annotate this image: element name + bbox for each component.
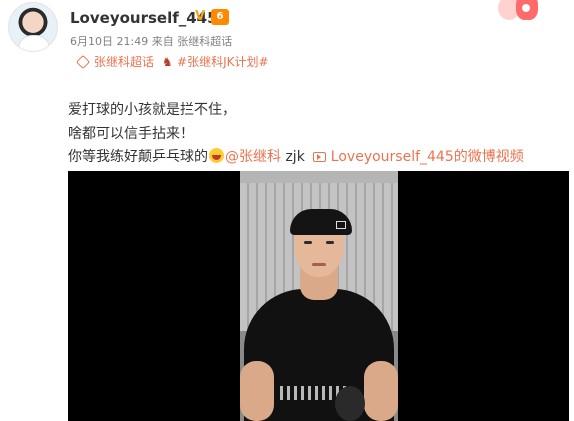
- figure-icon: ♞: [162, 54, 173, 69]
- post-line-1: 爱打球的小孩就是拦不住，: [68, 102, 236, 118]
- promo-sticker-icon[interactable]: [498, 0, 546, 20]
- post-meta: 6月10日 21:49 来自 张继科超话: [70, 33, 232, 49]
- tag-hashtag[interactable]: ♞ #张继科JK计划#: [162, 53, 269, 70]
- video-frame: [240, 171, 398, 421]
- video-link-label: Loveyourself_445的微博视频: [330, 149, 524, 165]
- avatar-shirt: [18, 35, 50, 51]
- verified-icon: V: [195, 9, 206, 24]
- topic-tags: 张继科超话 ♞ #张继科JK计划#: [75, 53, 275, 70]
- source-prefix: 来自: [151, 35, 174, 48]
- video-link[interactable]: Loveyourself_445的微博视频: [312, 149, 524, 165]
- vip-badge-icon[interactable]: 6: [211, 9, 229, 25]
- video-icon: [312, 152, 326, 162]
- tag-label: #张继科JK计划#: [177, 55, 269, 69]
- tag-label: 张继科超话: [94, 55, 155, 69]
- post-date[interactable]: 6月10日: [70, 35, 113, 48]
- post-line-2: 啥都可以信手拈来！: [68, 125, 194, 142]
- left-arm: [240, 361, 274, 421]
- post-time[interactable]: 21:49: [117, 35, 149, 48]
- mention-link[interactable]: @张继科: [225, 149, 281, 165]
- person-hand: [335, 386, 365, 421]
- post-line-3: 你等我练好颠乒乓球的 @张继科 zjk Loveyourself_445的微博视频: [68, 146, 524, 170]
- tag-supertopic[interactable]: 张继科超话: [75, 53, 155, 70]
- post-text: 爱打球的小孩就是拦不住， 啥都可以信手拈来！ 你等我练好颠乒乓球的 @张继科 zj…: [68, 99, 524, 170]
- post-line-3-text: 你等我练好颠乒乓球的: [68, 149, 208, 165]
- video-player[interactable]: [68, 171, 569, 421]
- diamond-icon: [75, 54, 91, 69]
- left-eye: [304, 241, 312, 244]
- laughing-emoji-icon: [209, 148, 224, 163]
- mention-suffix: zjk: [281, 149, 305, 165]
- post-source[interactable]: 张继科超话: [177, 35, 232, 48]
- cap-logo: [336, 221, 346, 229]
- avatar[interactable]: [8, 2, 58, 52]
- right-eye: [326, 241, 334, 244]
- person-mouth: [312, 263, 326, 266]
- background-wall: [240, 171, 398, 183]
- right-arm: [364, 361, 398, 421]
